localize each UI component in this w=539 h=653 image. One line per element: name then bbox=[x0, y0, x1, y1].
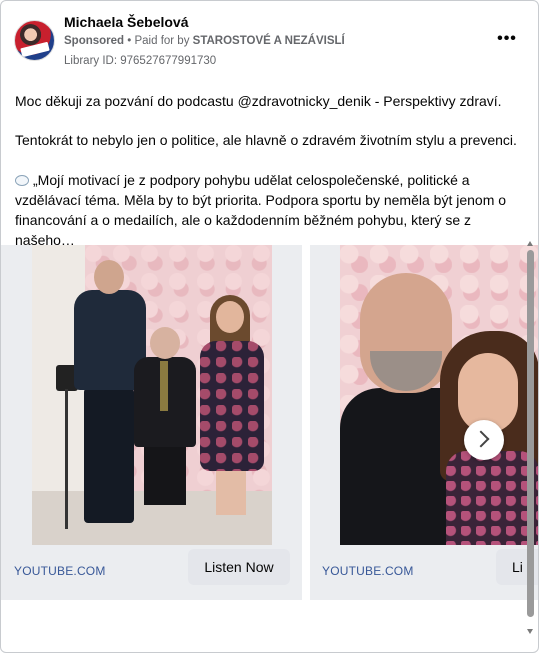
carousel-card-2[interactable]: YOUTUBE.COM Li bbox=[310, 245, 538, 600]
ad-post-card: Michaela Šebelová Sponsored • Paid for b… bbox=[0, 0, 539, 653]
author-avatar[interactable] bbox=[14, 20, 55, 61]
author-name[interactable]: Michaela Šebelová bbox=[64, 14, 189, 30]
carousel-next-button[interactable] bbox=[464, 420, 504, 460]
chevron-right-icon bbox=[472, 430, 490, 448]
card-domain: YOUTUBE.COM bbox=[14, 564, 106, 578]
post-text-line-2: Tentokrát to nebylo jen o politice, ale … bbox=[15, 132, 517, 148]
more-options-button[interactable]: ••• bbox=[496, 29, 518, 49]
post-text-quote: „Mojí motivací je z podpory pohybu uděla… bbox=[15, 172, 507, 248]
sponsored-label: Sponsored bbox=[64, 35, 125, 47]
carousel-photo-2[interactable] bbox=[340, 245, 538, 545]
scrollbar-down-arrow[interactable] bbox=[526, 628, 535, 636]
paid-for-label: • Paid for by bbox=[124, 35, 193, 47]
speech-bubble-icon bbox=[15, 175, 29, 186]
card-domain: YOUTUBE.COM bbox=[322, 564, 414, 578]
scrollbar-thumb[interactable] bbox=[527, 250, 534, 617]
payer-name[interactable]: STAROSTOVÉ A NEZÁVISLÍ bbox=[193, 35, 345, 47]
listen-now-button[interactable]: Listen Now bbox=[188, 549, 290, 585]
post-text-line-3: „Mojí motivací je z podpory pohybu uděla… bbox=[15, 170, 520, 250]
sponsored-line: Sponsored • Paid for by STAROSTOVÉ A NEZ… bbox=[64, 35, 345, 47]
scrollbar-up-arrow[interactable] bbox=[526, 239, 535, 247]
carousel-card-1[interactable]: YOUTUBE.COM Listen Now bbox=[1, 245, 302, 600]
library-id: Library ID: 976527677991730 bbox=[64, 55, 217, 67]
post-text-line-1: Moc děkuji za pozvání do podcastu @zdrav… bbox=[15, 93, 502, 109]
carousel-photo-1[interactable] bbox=[32, 245, 272, 545]
